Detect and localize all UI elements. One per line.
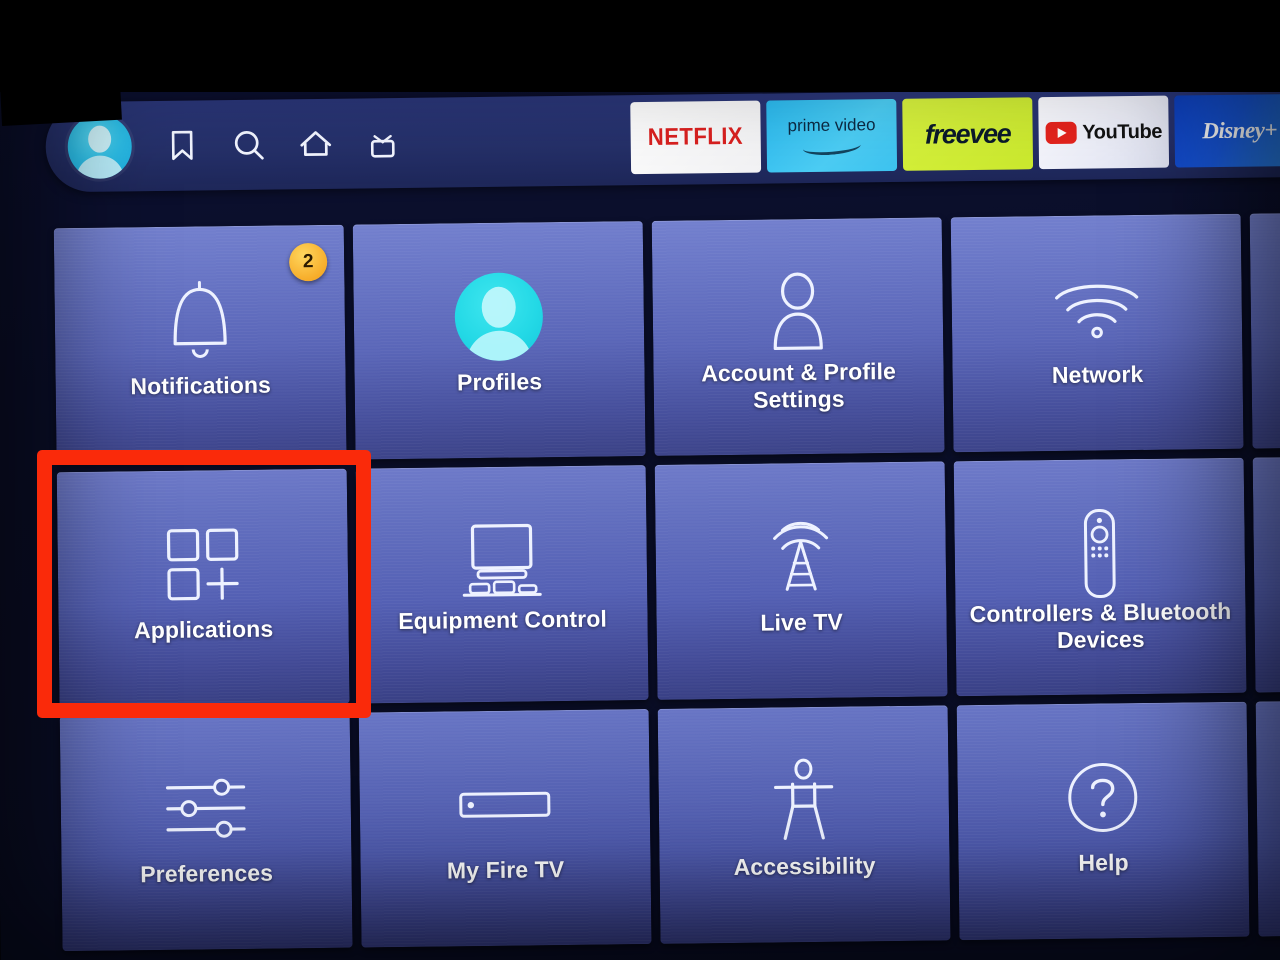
fire-tv-stick-icon — [359, 757, 650, 853]
settings-tile-label: Help — [1078, 849, 1129, 876]
app-tile-freevee[interactable]: freevee — [902, 97, 1034, 171]
youtube-label: YouTube — [1082, 120, 1163, 144]
settings-row: Applications Equipment Control Live TV C… — [56, 457, 1280, 708]
avatar-head — [87, 125, 112, 153]
youtube-play-icon — [1045, 121, 1077, 145]
settings-tile-notifications[interactable]: 2 Notifications — [53, 224, 347, 464]
settings-tile-label: Account & Profile Settings — [701, 357, 897, 413]
settings-tile-offscreen-right[interactable] — [1252, 457, 1280, 693]
settings-tile-label: Preferences — [140, 859, 274, 888]
amazon-smile-icon — [802, 136, 862, 158]
tv-screen: NETFLIX prime video freevee YouTube Disn… — [0, 0, 1280, 960]
sliders-icon — [60, 761, 351, 857]
question-circle-icon — [957, 750, 1248, 846]
home-icon[interactable] — [299, 125, 333, 163]
bell-icon — [54, 273, 345, 369]
broadcast-antenna-icon — [655, 509, 946, 605]
settings-tile-label: Equipment Control — [398, 605, 608, 635]
tv-equipment-icon — [356, 513, 647, 609]
settings-tile-account-profile-settings[interactable]: Account & Profile Settings — [651, 217, 945, 456]
person-icon — [652, 265, 943, 361]
app-tile-disney-plus[interactable]: Disney+ — [1174, 93, 1280, 168]
search-icon[interactable] — [232, 126, 266, 164]
app-shortcut-tiles: NETFLIX prime video freevee YouTube Disn… — [630, 85, 1280, 183]
freevee-label: freevee — [924, 118, 1011, 150]
settings-tile-offscreen-right[interactable] — [1255, 701, 1280, 937]
settings-tile-help[interactable]: Help — [956, 701, 1250, 941]
settings-tile-label: Profiles — [456, 368, 543, 396]
top-navigation-bar: NETFLIX prime video freevee YouTube Disn… — [45, 85, 1280, 193]
bookmark-icon[interactable] — [165, 126, 199, 164]
settings-tile-applications[interactable]: Applications — [56, 468, 350, 708]
settings-tile-equipment-control[interactable]: Equipment Control — [355, 465, 649, 704]
prime-video-label: prime video — [787, 115, 876, 136]
photo-top-bezel — [0, 0, 1280, 92]
settings-tile-profiles[interactable]: Profiles — [352, 221, 646, 460]
wifi-icon — [951, 262, 1242, 358]
live-tv-icon[interactable] — [365, 124, 399, 162]
settings-tile-network[interactable]: Network — [950, 213, 1244, 453]
apps-grid-plus-icon — [57, 517, 348, 613]
settings-tile-label: Live TV — [760, 608, 844, 636]
settings-tile-live-tv[interactable]: Live TV — [654, 461, 948, 700]
settings-row: 2 Notifications Profiles Account & Profi… — [53, 213, 1280, 464]
settings-grid: 2 Notifications Profiles Account & Profi… — [53, 213, 1280, 960]
photo-corner-bezel — [0, 79, 122, 126]
settings-tile-label: Network — [1051, 360, 1144, 389]
settings-tile-label: Notifications — [130, 371, 272, 400]
settings-tile-label: Accessibility — [733, 852, 876, 880]
settings-tile-preferences[interactable]: Preferences — [59, 712, 353, 952]
app-tile-netflix[interactable]: NETFLIX — [630, 100, 762, 175]
settings-tile-label: Applications — [133, 615, 274, 644]
netflix-label: NETFLIX — [647, 122, 744, 151]
profile-avatar-icon — [353, 269, 644, 365]
app-tile-youtube[interactable]: YouTube — [1038, 95, 1170, 170]
tv-panel: NETFLIX prime video freevee YouTube Disn… — [0, 69, 1280, 960]
settings-tile-label: Controllers & Bluetooth Devices — [969, 597, 1232, 653]
accessibility-icon — [658, 753, 949, 849]
settings-row: Preferences My Fire TV Accessibility Hel… — [59, 701, 1280, 952]
settings-tile-controllers-bluetooth-devices[interactable]: Controllers & Bluetooth Devices — [953, 457, 1247, 697]
settings-tile-my-fire-tv[interactable]: My Fire TV — [358, 708, 652, 948]
app-tile-prime-video[interactable]: prime video — [766, 98, 898, 173]
profile-avatar-button[interactable] — [67, 114, 133, 180]
settings-tile-label: My Fire TV — [446, 856, 565, 884]
remote-control-icon — [954, 506, 1245, 602]
avatar-body — [75, 155, 125, 180]
settings-tile-offscreen-right[interactable] — [1249, 213, 1280, 449]
settings-tile-accessibility[interactable]: Accessibility — [657, 705, 951, 944]
disney-plus-label: Disney+ — [1202, 117, 1278, 144]
